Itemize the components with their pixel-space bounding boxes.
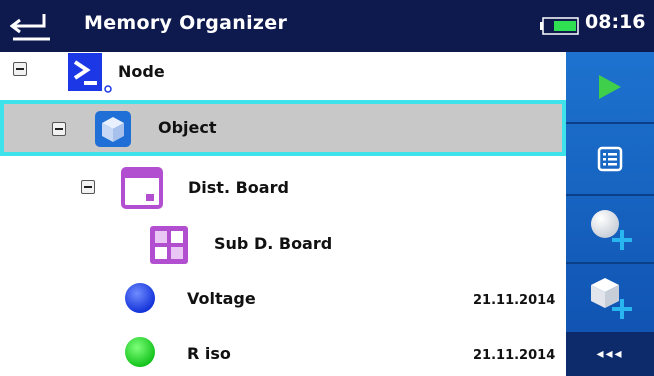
tree-item-label: Voltage	[187, 289, 256, 308]
tree-item-sub-board[interactable]: Sub D. Board	[0, 220, 566, 272]
list-icon	[597, 146, 623, 172]
measurement-date: 21.11.2014	[473, 293, 556, 308]
back-arrow-icon	[9, 14, 50, 41]
green-status-dot-icon	[125, 337, 155, 367]
run-button[interactable]	[566, 52, 654, 122]
tree-item-label: Object	[158, 118, 217, 137]
tree-item-object[interactable]: Object	[0, 100, 566, 156]
sub-distribution-board-icon	[150, 226, 188, 264]
tree-item-r-iso[interactable]: R iso 21.11.2014	[0, 330, 566, 376]
tree-item-dist-board[interactable]: Dist. Board	[0, 160, 566, 216]
measurement-date: 21.11.2014	[473, 348, 556, 363]
blue-status-dot-icon	[125, 283, 155, 313]
list-button[interactable]	[566, 124, 654, 194]
tree-item-label: Node	[118, 62, 165, 81]
collapse-toggle[interactable]	[13, 62, 27, 76]
back-button[interactable]	[9, 6, 54, 46]
node-icon	[68, 53, 112, 93]
page-title: Memory Organizer	[84, 12, 288, 34]
object-cube-icon	[95, 111, 131, 147]
clock: 08:16	[585, 11, 646, 33]
run-icon	[599, 75, 621, 99]
collapse-toggle[interactable]	[52, 122, 66, 136]
add-structure-button[interactable]	[566, 264, 654, 332]
add-structure-icon	[591, 278, 632, 319]
battery-icon	[540, 17, 579, 35]
action-sidebar: ◂◂◂	[566, 52, 654, 376]
tree-item-label: Dist. Board	[188, 178, 289, 197]
distribution-board-icon	[121, 167, 163, 209]
tree-item-voltage[interactable]: Voltage 21.11.2014	[0, 276, 566, 326]
title-bar: Memory Organizer 08:16	[0, 0, 654, 52]
add-measurement-button[interactable]	[566, 196, 654, 262]
memory-tree: Node Object Dist. Board Sub D. Board Vol…	[0, 52, 566, 376]
add-measurement-icon	[591, 210, 632, 250]
tree-item-label: R iso	[187, 344, 231, 363]
tree-item-node[interactable]: Node	[0, 52, 566, 96]
more-options-button[interactable]: ◂◂◂	[566, 332, 654, 376]
collapse-toggle[interactable]	[81, 180, 95, 194]
tree-item-label: Sub D. Board	[214, 234, 333, 253]
